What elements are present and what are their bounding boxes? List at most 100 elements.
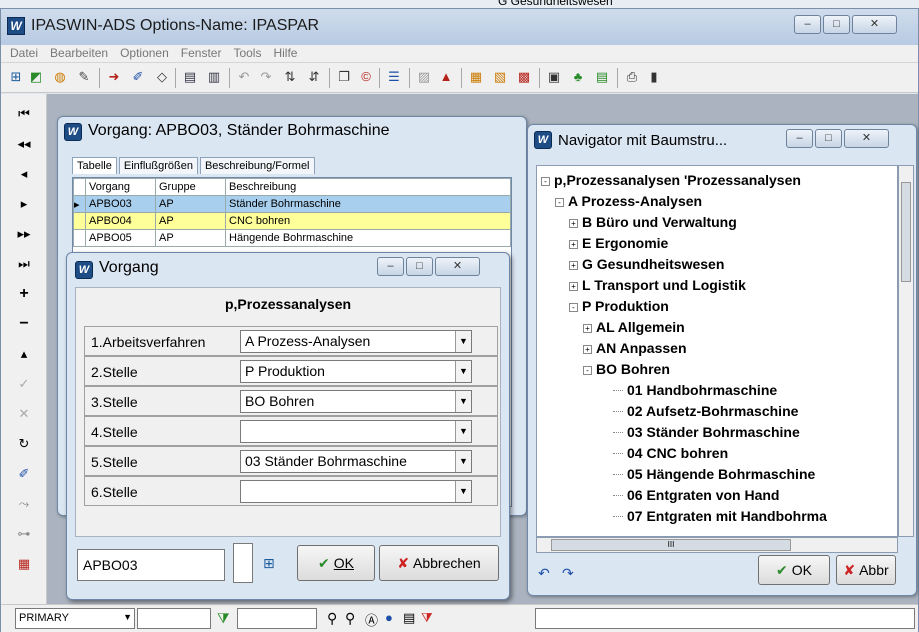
tree-node[interactable]: - BO Bohren [583, 361, 670, 377]
menu-optionen[interactable]: Optionen [114, 45, 175, 62]
cancel-icon[interactable]: ✕ [13, 404, 35, 424]
people-icon[interactable]: ♣ [569, 68, 587, 86]
nav-redo-icon[interactable]: ↷ [562, 565, 574, 582]
horizontal-scrollbar[interactable]: III [536, 537, 898, 553]
prev-record-icon[interactable]: ◂ [13, 164, 35, 184]
last-record-icon[interactable]: ⏭ [13, 254, 35, 274]
maximize-button[interactable]: □ [823, 15, 850, 34]
table-icon[interactable]: ▤ [181, 68, 199, 86]
color-swatch[interactable] [233, 543, 253, 583]
form-icon[interactable]: ▥ [205, 68, 223, 86]
tree-node[interactable]: + G Gesundheitswesen [569, 256, 724, 272]
menu-fenster[interactable]: Fenster [175, 45, 228, 62]
tab-tabelle[interactable]: Tabelle [72, 157, 117, 174]
title-bar[interactable]: W IPASWIN-ADS Options-Name: IPASPAR – □ … [1, 9, 918, 45]
tree-node[interactable]: - p,Prozessanalysen 'Prozessanalysen [541, 172, 801, 188]
network-icon[interactable]: ⊶ [13, 524, 35, 544]
vorgang-window-titlebar[interactable]: W Vorgang: APBO03, Ständer Bohrmaschine [58, 117, 526, 147]
cancel-button[interactable]: ✘ Abbrechen [379, 545, 499, 581]
status-field[interactable] [137, 608, 211, 629]
tree-view-icon[interactable]: ⊞ [7, 68, 25, 86]
cell-gruppe[interactable]: AP [155, 229, 226, 247]
scroll-thumb[interactable] [901, 182, 911, 282]
tree-node[interactable]: + AL Allgemein [583, 319, 685, 335]
tree-node[interactable]: 07 Entgraten mit Handbohrma [613, 508, 827, 524]
next-record-icon[interactable]: ▸ [13, 194, 35, 214]
add-record-icon[interactable]: + [13, 284, 35, 304]
cell-vorgang[interactable]: APBO05 [85, 229, 156, 247]
stelle6-select[interactable]: ▼ [240, 480, 472, 503]
goto-icon[interactable]: ⤳ [13, 494, 35, 514]
dialog-minimize-button[interactable]: – [377, 257, 404, 276]
open-icon[interactable]: ◍ [51, 68, 69, 86]
tree-node[interactable]: 02 Aufsetz-Bohrmaschine [613, 403, 798, 419]
form-view-icon[interactable]: ▤ [403, 610, 415, 626]
chevron-down-icon[interactable]: ▼ [455, 481, 471, 502]
navigator-cancel-button[interactable]: ✘ Abbr [836, 555, 896, 585]
cell-gruppe[interactable]: AP [155, 212, 226, 230]
expand-icon[interactable]: + [569, 219, 578, 228]
sort-desc-icon[interactable]: ⇵ [305, 68, 323, 86]
chevron-down-icon[interactable]: ▼ [455, 361, 471, 382]
menu-datei[interactable]: Datei [4, 45, 44, 62]
search-field[interactable] [237, 608, 317, 629]
chevron-down-icon[interactable]: ▼ [455, 451, 471, 472]
tab-einflussgroessen[interactable]: Einflußgrößen [118, 157, 198, 174]
tree-node[interactable]: 04 CNC bohren [613, 445, 728, 461]
tree-node[interactable]: + L Transport und Logistik [569, 277, 746, 293]
export-icon[interactable]: ▦ [467, 68, 485, 86]
dialog-close-button[interactable]: ✕ [435, 257, 480, 276]
tree-node[interactable]: -P Produktion [569, 298, 669, 314]
collapse-icon[interactable]: - [541, 177, 550, 186]
filter-icon[interactable]: ⧩ [217, 610, 230, 627]
table-row[interactable]: ▸ APBO03 AP Ständer Bohrmaschine [73, 195, 511, 213]
calendar-icon[interactable]: ▦ [13, 554, 35, 574]
vertical-scrollbar[interactable] [898, 165, 914, 537]
cell-vorgang[interactable]: APBO04 [85, 212, 156, 230]
tree-node[interactable]: 03 Ständer Bohrmaschine [613, 424, 800, 440]
cell-vorgang[interactable]: APBO03 [85, 195, 156, 213]
list-edit-icon[interactable]: ☰ [385, 68, 403, 86]
chart-icon[interactable]: ▲ [437, 68, 455, 86]
search-icon[interactable]: ⚲ [327, 610, 337, 627]
navigator-minimize-button[interactable]: – [786, 129, 813, 148]
search-next-icon[interactable]: ⚲ [345, 610, 355, 627]
cell-gruppe[interactable]: AP [155, 195, 226, 213]
tree-node[interactable]: + AN Anpassen [583, 340, 687, 356]
calc-icon[interactable]: © [357, 68, 375, 86]
tree-node[interactable]: 01 Handbohrmaschine [613, 382, 777, 398]
close-button[interactable]: ✕ [852, 15, 897, 34]
tree-node[interactable]: 06 Entgraten von Hand [613, 487, 779, 503]
edit-icon[interactable]: ✐ [129, 68, 147, 86]
page-back-icon[interactable]: ◂◂ [13, 134, 35, 154]
menu-hilfe[interactable]: Hilfe [267, 45, 303, 62]
expand-icon[interactable]: + [569, 240, 578, 249]
tree-node[interactable]: + E Ergonomie [569, 235, 668, 251]
new-record-icon[interactable]: ◩ [27, 68, 45, 86]
sort-asc-icon[interactable]: ⇅ [281, 68, 299, 86]
document-icon[interactable]: ▤ [593, 68, 611, 86]
edit-pen-icon[interactable]: ✐ [13, 464, 35, 484]
expand-icon[interactable]: + [583, 345, 592, 354]
navigator-titlebar[interactable]: W Navigator mit Baumstru... – □ ✕ [528, 125, 916, 155]
stelle4-select[interactable]: ▼ [240, 420, 472, 443]
chevron-down-icon[interactable]: ▼ [455, 421, 471, 442]
minimize-button[interactable]: – [794, 15, 821, 34]
page-forward-icon[interactable]: ▸▸ [13, 224, 35, 244]
menu-bearbeiten[interactable]: Bearbeiten [44, 45, 114, 62]
arbeitsverfahren-select[interactable]: A Prozess-Analysen ▼ [240, 330, 472, 353]
expand-icon[interactable]: + [569, 282, 578, 291]
cell-beschreibung[interactable]: CNC bohren [225, 212, 511, 230]
report-icon[interactable]: ▣ [545, 68, 563, 86]
stelle5-select[interactable]: 03 Ständer Bohrmaschine ▼ [240, 450, 472, 473]
check-icon[interactable]: ✓ [13, 374, 35, 394]
chevron-down-icon[interactable]: ▼ [123, 612, 132, 622]
tree-node[interactable]: 05 Hängende Bohrmaschine [613, 466, 815, 482]
erase-icon[interactable]: ◇ [153, 68, 171, 86]
calculator-icon[interactable]: ▩ [515, 68, 533, 86]
ok-button[interactable]: ✔ OK [297, 545, 375, 581]
refresh-icon[interactable]: ↻ [13, 434, 35, 454]
print-icon[interactable]: ⎙ [623, 68, 641, 86]
column-header-beschreibung[interactable]: Beschreibung [225, 178, 511, 196]
collapse-icon[interactable]: - [555, 198, 564, 207]
